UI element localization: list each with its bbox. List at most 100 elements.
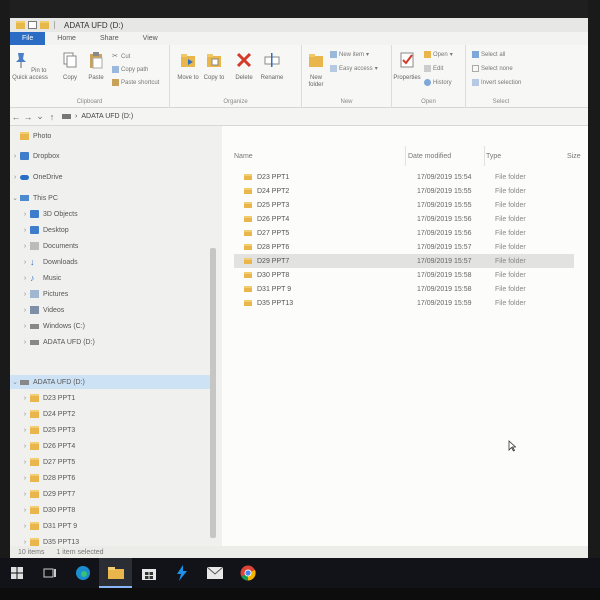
- new-folder-quick-icon[interactable]: [40, 21, 49, 29]
- chevron-right-icon[interactable]: ›: [20, 291, 30, 298]
- column-header-type[interactable]: Type: [486, 153, 501, 160]
- address-bar[interactable]: › ADATA UFD (D:): [62, 110, 362, 123]
- nav-item-3d-objects[interactable]: › 3D Objects: [10, 207, 210, 221]
- nav-item-documents[interactable]: › Documents: [10, 239, 210, 253]
- chevron-right-icon[interactable]: ›: [20, 443, 30, 450]
- paste-shortcut-button[interactable]: Paste shortcut: [112, 79, 159, 86]
- column-divider[interactable]: [484, 146, 485, 166]
- nav-item-d35[interactable]: › D35 PPT13: [10, 535, 210, 546]
- delete-button[interactable]: Delete: [230, 51, 258, 82]
- file-row[interactable]: D23 PPT1 17/09/2019 15:54 File folder: [234, 170, 574, 184]
- easy-access-button[interactable]: Easy access ▾: [330, 65, 378, 72]
- chevron-right-icon[interactable]: ›: [20, 227, 30, 234]
- nav-item-d28[interactable]: › D28 PPT6: [10, 471, 210, 485]
- file-row[interactable]: D31 PPT 9 17/09/2019 15:58 File folder: [234, 282, 574, 296]
- chrome-icon[interactable]: [231, 558, 264, 588]
- task-view-icon[interactable]: [33, 558, 66, 588]
- nav-item-dropbox[interactable]: › Dropbox: [10, 149, 210, 163]
- chevron-down-icon[interactable]: ⌄: [10, 194, 20, 202]
- file-row-selected[interactable]: D29 PPT7 17/09/2019 15:57 File folder: [234, 254, 574, 268]
- tab-file[interactable]: File: [10, 32, 46, 45]
- chevron-right-icon[interactable]: ›: [20, 243, 30, 250]
- nav-item-d26[interactable]: › D26 PPT4: [10, 439, 210, 453]
- edit-button[interactable]: Edit: [424, 65, 443, 72]
- properties-button[interactable]: Properties: [392, 51, 422, 82]
- nav-item-d25[interactable]: › D25 PPT3: [10, 423, 210, 437]
- nav-item-d23[interactable]: › D23 PPT1: [10, 391, 210, 405]
- column-header-date[interactable]: Date modified: [408, 153, 451, 160]
- file-row[interactable]: D26 PPT4 17/09/2019 15:56 File folder: [234, 212, 574, 226]
- nav-scrollbar[interactable]: [210, 248, 216, 538]
- nav-item-photo[interactable]: Photo: [10, 129, 210, 143]
- chevron-right-icon[interactable]: ›: [20, 395, 30, 402]
- nav-item-d31[interactable]: › D31 PPT 9: [10, 519, 210, 533]
- chevron-right-icon[interactable]: ›: [20, 307, 30, 314]
- edge-icon[interactable]: [66, 558, 99, 588]
- chevron-right-icon[interactable]: ›: [10, 153, 20, 160]
- tab-share[interactable]: Share: [88, 32, 131, 45]
- back-arrow-icon[interactable]: ←: [10, 112, 22, 122]
- file-row[interactable]: D27 PPT5 17/09/2019 15:56 File folder: [234, 226, 574, 240]
- nav-item-downloads[interactable]: › ↓ Downloads: [10, 255, 210, 269]
- select-none-button[interactable]: Select none: [472, 65, 513, 72]
- chevron-right-icon[interactable]: ›: [20, 339, 30, 346]
- mail-icon[interactable]: [198, 558, 231, 588]
- nav-item-desktop[interactable]: › Desktop: [10, 223, 210, 237]
- tab-view[interactable]: View: [131, 32, 170, 45]
- cut-button[interactable]: ✂ Cut: [112, 53, 130, 60]
- new-item-button[interactable]: New item ▾: [330, 51, 369, 58]
- chevron-right-icon[interactable]: ›: [20, 275, 30, 282]
- chevron-right-icon[interactable]: ›: [20, 507, 30, 514]
- nav-item-d27[interactable]: › D27 PPT5: [10, 455, 210, 469]
- copy-button[interactable]: Copy: [56, 51, 84, 82]
- column-header-size[interactable]: Size: [567, 153, 581, 160]
- chevron-right-icon[interactable]: ›: [20, 475, 30, 482]
- history-button[interactable]: History: [424, 79, 452, 86]
- new-folder-button[interactable]: New folder: [302, 51, 330, 89]
- nav-item-this-pc[interactable]: ⌄ This PC: [10, 191, 210, 205]
- move-to-button[interactable]: Move to: [174, 51, 202, 82]
- recent-dropdown-icon[interactable]: ⌄: [34, 111, 46, 122]
- rename-button[interactable]: Rename: [258, 51, 286, 82]
- properties-quick-icon[interactable]: [28, 21, 37, 29]
- file-row[interactable]: D30 PPT8 17/09/2019 15:58 File folder: [234, 268, 574, 282]
- pin-quick-access-button[interactable]: Pin to Quick access: [12, 51, 48, 82]
- chevron-right-icon[interactable]: ›: [20, 323, 30, 330]
- chevron-down-icon[interactable]: ⌄: [10, 378, 20, 386]
- file-row[interactable]: D35 PPT13 17/09/2019 15:59 File folder: [234, 296, 574, 310]
- tab-home[interactable]: Home: [45, 32, 88, 45]
- file-row[interactable]: D25 PPT3 17/09/2019 15:55 File folder: [234, 198, 574, 212]
- nav-item-adata-sub[interactable]: › ADATA UFD (D:): [10, 335, 210, 349]
- visual-studio-icon[interactable]: [165, 558, 198, 588]
- copy-path-button[interactable]: Copy path: [112, 66, 148, 73]
- chevron-right-icon[interactable]: ›: [20, 211, 30, 218]
- store-icon[interactable]: [132, 558, 165, 588]
- chevron-right-icon[interactable]: ›: [20, 491, 30, 498]
- invert-selection-button[interactable]: Invert selection: [472, 79, 521, 86]
- nav-item-d24[interactable]: › D24 PPT2: [10, 407, 210, 421]
- chevron-right-icon[interactable]: ›: [20, 539, 30, 546]
- file-row[interactable]: D24 PPT2 17/09/2019 15:55 File folder: [234, 184, 574, 198]
- chevron-right-icon[interactable]: ›: [10, 174, 20, 181]
- paste-button[interactable]: Paste: [82, 51, 110, 82]
- column-divider[interactable]: [405, 146, 406, 166]
- nav-item-d30[interactable]: › D30 PPT8: [10, 503, 210, 517]
- windows-start-icon[interactable]: [0, 558, 33, 588]
- chevron-right-icon[interactable]: ›: [20, 411, 30, 418]
- chevron-right-icon[interactable]: ›: [20, 259, 30, 266]
- file-row[interactable]: D28 PPT6 17/09/2019 15:57 File folder: [234, 240, 574, 254]
- select-all-button[interactable]: Select all: [472, 51, 505, 58]
- chevron-right-icon[interactable]: ›: [20, 523, 30, 530]
- file-explorer-icon[interactable]: [99, 558, 132, 588]
- nav-item-windows-c[interactable]: › Windows (C:): [10, 319, 210, 333]
- nav-item-d29[interactable]: › D29 PPT7: [10, 487, 210, 501]
- nav-item-onedrive[interactable]: › OneDrive: [10, 170, 210, 184]
- nav-item-music[interactable]: › ♪ Music: [10, 271, 210, 285]
- nav-item-pictures[interactable]: › Pictures: [10, 287, 210, 301]
- open-button[interactable]: Open ▾: [424, 51, 453, 58]
- column-header-name[interactable]: Name: [234, 153, 253, 160]
- chevron-right-icon[interactable]: ›: [20, 427, 30, 434]
- nav-item-videos[interactable]: › Videos: [10, 303, 210, 317]
- up-arrow-icon[interactable]: ↑: [46, 112, 58, 122]
- nav-item-adata-drive[interactable]: ⌄ ADATA UFD (D:): [10, 375, 210, 389]
